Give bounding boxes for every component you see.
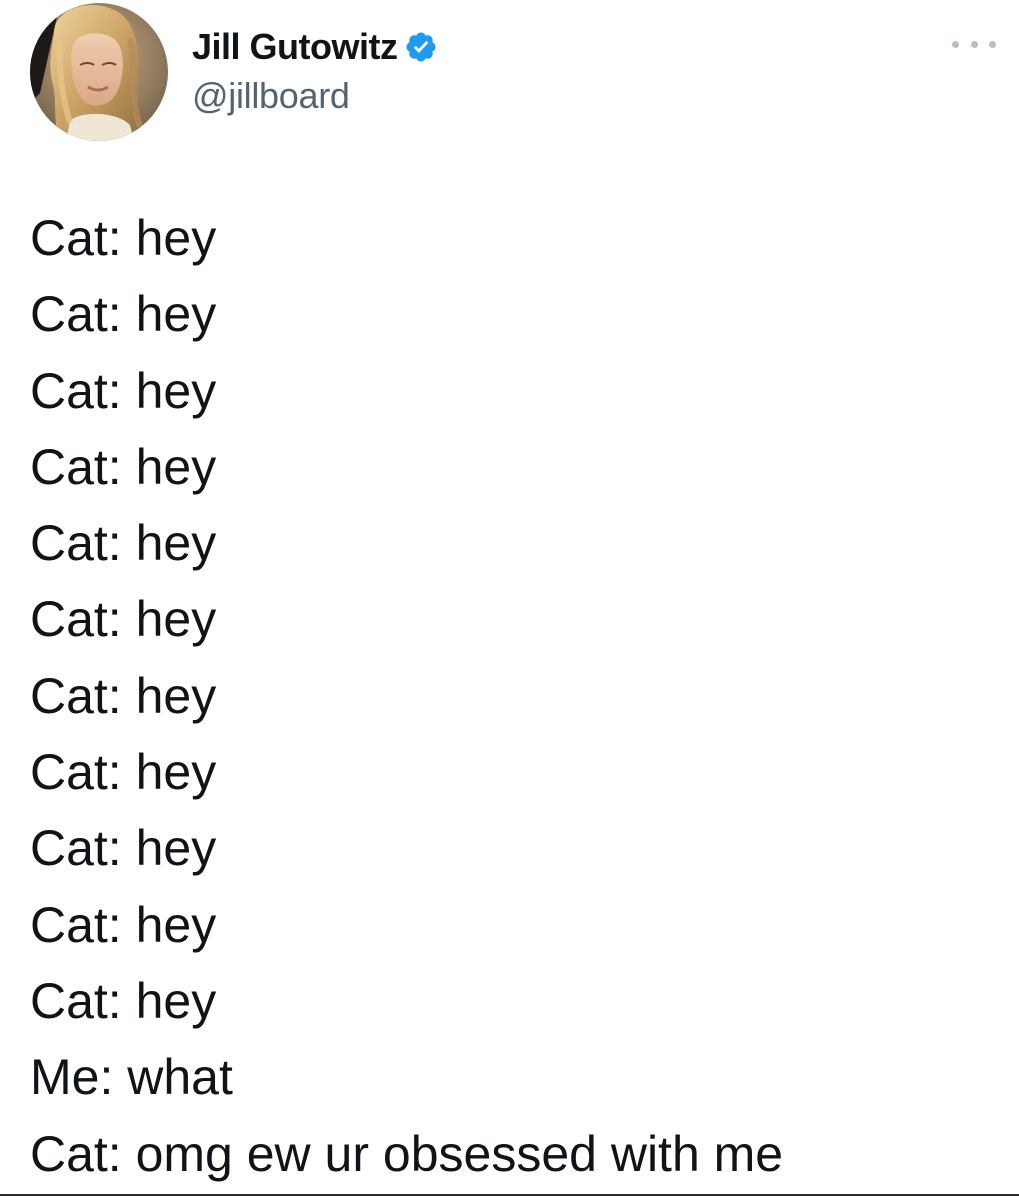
more-dot	[989, 40, 996, 48]
tweet-line: Cat: hey	[30, 515, 217, 572]
verified-badge-icon	[404, 30, 438, 64]
tweet-line: Cat: hey	[30, 896, 217, 953]
author-display-name[interactable]: Jill Gutowitz	[192, 24, 398, 70]
tweet-line: Cat: hey	[30, 438, 217, 495]
divider	[0, 1194, 1019, 1196]
author-name-row: Jill Gutowitz	[192, 24, 438, 70]
avatar-photo	[30, 3, 168, 141]
more-dot	[952, 40, 959, 48]
tweet-line: Cat: omg ew ur obsessed with me	[30, 1125, 784, 1182]
more-options-icon[interactable]	[952, 32, 996, 56]
tweet-line: Cat: hey	[30, 744, 217, 801]
tweet-line: Cat: hey	[30, 591, 217, 648]
tweet-card: Jill Gutowitz @jillboard Cat: hey Cat: h…	[0, 0, 1019, 1200]
tweet-line: Cat: hey	[30, 362, 217, 419]
tweet-line: Cat: hey	[30, 667, 217, 724]
tweet-line: Cat: hey	[30, 972, 217, 1029]
tweet-line: Me: what	[30, 1049, 233, 1106]
tweet-text: Cat: hey Cat: hey Cat: hey Cat: hey Cat:…	[30, 200, 990, 1192]
author-handle[interactable]: @jillboard	[192, 74, 350, 118]
tweet-line: Cat: hey	[30, 820, 217, 877]
avatar[interactable]	[30, 3, 168, 141]
tweet-line: Cat: hey	[30, 286, 217, 343]
tweet-line: Cat: hey	[30, 210, 217, 266]
more-dot	[970, 40, 978, 48]
